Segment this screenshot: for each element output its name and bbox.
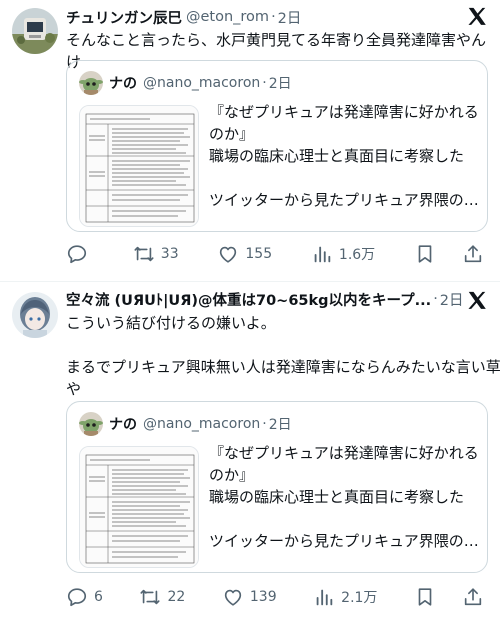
share-button[interactable]	[462, 243, 484, 265]
tweet[interactable]: チュリンガン辰巳 @eton_rom · 2日 そんなこと言ったら、水戸黄門見て…	[0, 0, 500, 283]
quote-avatar	[79, 71, 103, 95]
like-icon	[224, 589, 242, 606]
like-button[interactable]: 139	[222, 586, 277, 608]
quote-display-name: ナの	[109, 417, 137, 433]
timestamp[interactable]: 2日	[440, 289, 464, 310]
separator-dot: ·	[262, 75, 267, 91]
retweet-icon	[134, 246, 154, 262]
quote-text-line: ツイッターから見たプリキュア界隈の大...	[209, 191, 479, 209]
tweet-actions: 6 22 139 2.1万	[66, 585, 484, 609]
quote-timestamp: 2日	[268, 76, 292, 92]
retweet-count: 22	[167, 589, 186, 605]
quote-media-thumbnail[interactable]	[79, 105, 199, 227]
retweet-icon	[140, 589, 161, 605]
quote-text-line: 『なぜプリキュアは発達障害に好かれる	[209, 103, 479, 121]
quote-text: 『なぜプリキュアは発達障害に好かれる のか』 職場の臨床心理士と真面目に考察した…	[209, 442, 479, 552]
retweet-button[interactable]: 22	[139, 586, 185, 608]
tweet-header: 空々流 (UЯUﾄ|UЯ)@体重は70~65kg以内をキープ... · 2日	[66, 288, 488, 310]
tweet-text-line: まるでプリキュア興味無い人は発達障害にならんみたいな言い草	[66, 358, 500, 376]
reply-icon	[67, 245, 87, 264]
quote-text-line: ツイッターから見たプリキュア界隈の大...	[209, 532, 479, 550]
bookmark-button[interactable]	[414, 243, 436, 265]
reply-count: 6	[94, 589, 103, 605]
quote-text-line: 職場の臨床心理士と真面目に考察した	[209, 147, 465, 165]
divider	[0, 281, 500, 282]
quote-media-thumbnail[interactable]	[79, 446, 199, 568]
tweet-secondary-actions	[414, 243, 484, 265]
user-handle[interactable]: @eton_rom	[186, 9, 269, 25]
tweet-header: チュリンガン辰巳 @eton_rom · 2日	[66, 6, 488, 28]
quote-text-line: 『なぜプリキュアは発達障害に好かれる	[209, 444, 479, 462]
quote-handle: @nano_macoron	[143, 75, 261, 91]
share-icon	[464, 245, 482, 263]
quote-text-line: のか』	[209, 466, 255, 484]
bookmark-icon	[418, 245, 432, 263]
x-logo-icon	[466, 290, 488, 312]
share-icon	[464, 588, 482, 606]
quote-display-name: ナの	[109, 76, 137, 92]
separator-dot: ·	[433, 291, 438, 307]
quote-text: 『なぜプリキュアは発達障害に好かれる のか』 職場の臨床心理士と真面目に考察した…	[209, 101, 479, 211]
avatar[interactable]	[12, 8, 58, 54]
tweet-text-line: や	[66, 380, 82, 398]
quote-timestamp: 2日	[268, 417, 292, 433]
tweet-text: こういう結び付けるの嫌いよ。 まるでプリキュア興味無い人は発達障害にならんみたい…	[66, 312, 500, 400]
quote-handle: @nano_macoron	[143, 416, 261, 432]
views-icon	[314, 246, 331, 263]
reply-button[interactable]: 6	[66, 586, 103, 608]
tweet-secondary-actions	[414, 586, 484, 608]
quote-header: ナの @nano_macoron · 2日	[109, 71, 292, 95]
like-count: 139	[249, 589, 277, 605]
bookmark-button[interactable]	[414, 586, 436, 608]
quote-tweet[interactable]: ナの @nano_macoron · 2日 『なぜプリキュアは発達障害に好かれる…	[66, 401, 488, 573]
timestamp[interactable]: 2日	[278, 7, 302, 28]
tweet-text-line: こういう結び付けるの嫌いよ。	[66, 314, 276, 332]
quote-text-line: 職場の臨床心理士と真面目に考察した	[209, 488, 465, 506]
quote-tweet[interactable]: ナの @nano_macoron · 2日 『なぜプリキュアは発達障害に好かれる…	[66, 60, 488, 232]
reply-icon	[67, 588, 87, 607]
views-icon	[316, 589, 333, 606]
separator-dot: ·	[262, 416, 267, 432]
x-logo-icon	[466, 6, 488, 28]
display-name[interactable]: 空々流 (UЯUﾄ|UЯ)@体重は70~65kg以内をキープ...	[66, 289, 431, 310]
quote-avatar	[79, 412, 103, 436]
reply-button[interactable]	[66, 243, 94, 265]
bookmark-icon	[418, 588, 432, 606]
quote-text-line: のか』	[209, 125, 255, 143]
separator-dot: ·	[271, 9, 276, 25]
views-count: 2.1万	[341, 590, 378, 606]
share-button[interactable]	[462, 586, 484, 608]
display-name[interactable]: チュリンガン辰巳	[66, 7, 182, 28]
quote-header: ナの @nano_macoron · 2日	[109, 412, 292, 436]
retweet-count: 33	[160, 246, 179, 262]
like-button[interactable]: 155	[217, 243, 272, 265]
avatar[interactable]	[12, 292, 58, 338]
views-count: 1.6万	[338, 247, 376, 263]
tweet-actions: 33 155 1.6万	[66, 242, 484, 266]
like-icon	[220, 246, 237, 263]
views-button[interactable]: 2.1万	[313, 586, 377, 608]
like-count: 155	[245, 246, 273, 262]
tweet[interactable]: 空々流 (UЯUﾄ|UЯ)@体重は70~65kg以内をキープ... · 2日 こ…	[0, 283, 500, 627]
views-button[interactable]: 1.6万	[311, 243, 375, 265]
retweet-button[interactable]: 33	[133, 243, 179, 265]
